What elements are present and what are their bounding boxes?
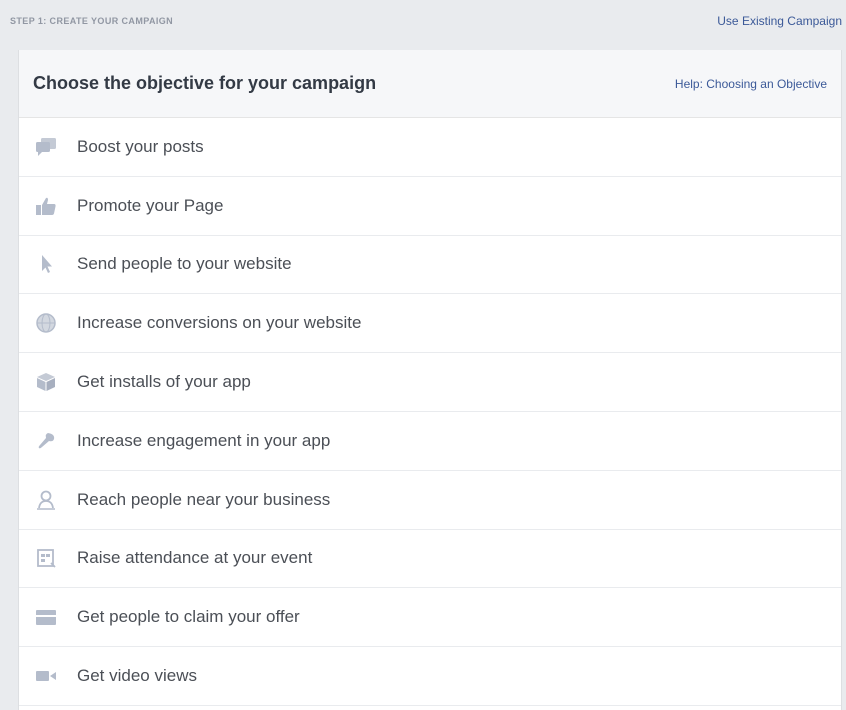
top-bar: STEP 1: CREATE YOUR CAMPAIGN Use Existin… [0, 0, 846, 46]
video-camera-icon [33, 665, 59, 687]
objective-label: Raise attendance at your event [77, 548, 313, 568]
objective-panel: Choose the objective for your campaign H… [18, 50, 842, 710]
objective-label: Get installs of your app [77, 372, 251, 392]
person-location-icon [33, 489, 59, 511]
panel-header: Choose the objective for your campaign H… [19, 50, 841, 118]
objective-reach-nearby[interactable]: Reach people near your business [19, 471, 841, 530]
objective-label: Get people to claim your offer [77, 607, 300, 627]
objective-send-to-website[interactable]: Send people to your website [19, 236, 841, 295]
thumbs-up-icon [33, 195, 59, 217]
step-label: STEP 1: CREATE YOUR CAMPAIGN [10, 16, 174, 26]
objective-event-attendance[interactable]: Raise attendance at your event [19, 530, 841, 589]
objective-app-engagement[interactable]: Increase engagement in your app [19, 412, 841, 471]
objective-promote-page[interactable]: Promote your Page [19, 177, 841, 236]
objective-list: Boost your posts Promote your Page Send … [19, 118, 841, 706]
objective-label: Increase engagement in your app [77, 430, 331, 450]
objective-label: Reach people near your business [77, 489, 331, 509]
use-existing-campaign-link[interactable]: Use Existing Campaign [717, 14, 842, 28]
box-icon [33, 371, 59, 393]
objective-video-views[interactable]: Get video views [19, 647, 841, 706]
objective-label: Boost your posts [77, 136, 204, 156]
speech-bubbles-icon [33, 136, 59, 158]
objective-label: Promote your Page [77, 195, 224, 215]
calendar-icon [33, 547, 59, 569]
globe-icon [33, 312, 59, 334]
objective-app-installs[interactable]: Get installs of your app [19, 353, 841, 412]
help-choosing-objective-link[interactable]: Help: Choosing an Objective [675, 77, 827, 91]
paint-brush-icon [33, 430, 59, 452]
objective-label: Get video views [77, 666, 197, 686]
objective-label: Send people to your website [77, 254, 292, 274]
offer-tag-icon [33, 606, 59, 628]
cursor-icon [33, 253, 59, 275]
page-title: Choose the objective for your campaign [33, 73, 377, 93]
objective-increase-conversions[interactable]: Increase conversions on your website [19, 294, 841, 354]
objective-boost-posts[interactable]: Boost your posts [19, 118, 841, 177]
objective-claim-offer[interactable]: Get people to claim your offer [19, 588, 841, 648]
objective-label: Increase conversions on your website [77, 313, 362, 333]
